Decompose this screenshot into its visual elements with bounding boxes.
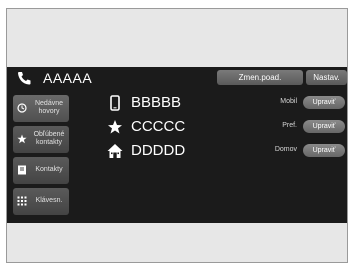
contact-row-preferred[interactable]: CCCCC Pref. Upraviť <box>105 116 347 138</box>
contact-row-home[interactable]: DDDDD Domov Upraviť <box>105 140 347 162</box>
contact-name: CCCCC <box>131 118 186 135</box>
manual-figure-frame: AAAAA Zmen.poad. Nastav. Nedávne hovory … <box>6 8 348 263</box>
phone-header: AAAAA Zmen.poad. Nastav. <box>7 67 347 89</box>
contact-row-mobile[interactable]: BBBBB Mobil Upraviť <box>105 92 347 114</box>
mobile-phone-icon <box>110 95 120 111</box>
settings-button[interactable]: Nastav. <box>306 70 347 85</box>
sidebar-item-label: Nedávne hovory <box>34 100 64 115</box>
star-icon <box>108 120 122 134</box>
contact-title: AAAAA <box>43 70 93 86</box>
number-type-label: Mobil <box>280 98 297 105</box>
edit-button[interactable]: Upraviť <box>303 120 345 133</box>
change-order-button[interactable]: Zmen.poad. <box>217 70 303 85</box>
sidebar-item-label: Klávesn. <box>35 197 63 204</box>
phone-handset-icon <box>18 72 31 85</box>
edit-button[interactable]: Upraviť <box>303 144 345 157</box>
sidebar-item-keypad[interactable]: Klávesn. <box>13 188 69 215</box>
contact-name: BBBBB <box>131 94 182 111</box>
number-type-label: Pref. <box>282 122 297 129</box>
contacts-book-icon <box>18 165 26 175</box>
star-icon <box>17 134 27 144</box>
home-icon <box>107 144 123 158</box>
sidebar-item-label: Obľúbené kontakty <box>33 131 65 146</box>
sidebar-item-recent-calls[interactable]: Nedávne hovory <box>13 95 69 122</box>
edit-button[interactable]: Upraviť <box>303 96 345 109</box>
sidebar-item-label: Kontakty <box>35 166 63 173</box>
keypad-icon <box>17 196 27 206</box>
sidebar-item-favorites[interactable]: Obľúbené kontakty <box>13 126 69 153</box>
contact-name: DDDDD <box>131 142 186 159</box>
phone-screen: AAAAA Zmen.poad. Nastav. Nedávne hovory … <box>7 67 347 223</box>
sidebar-item-contacts[interactable]: Kontakty <box>13 157 69 184</box>
number-type-label: Domov <box>274 146 297 153</box>
recent-calls-icon <box>17 103 27 113</box>
